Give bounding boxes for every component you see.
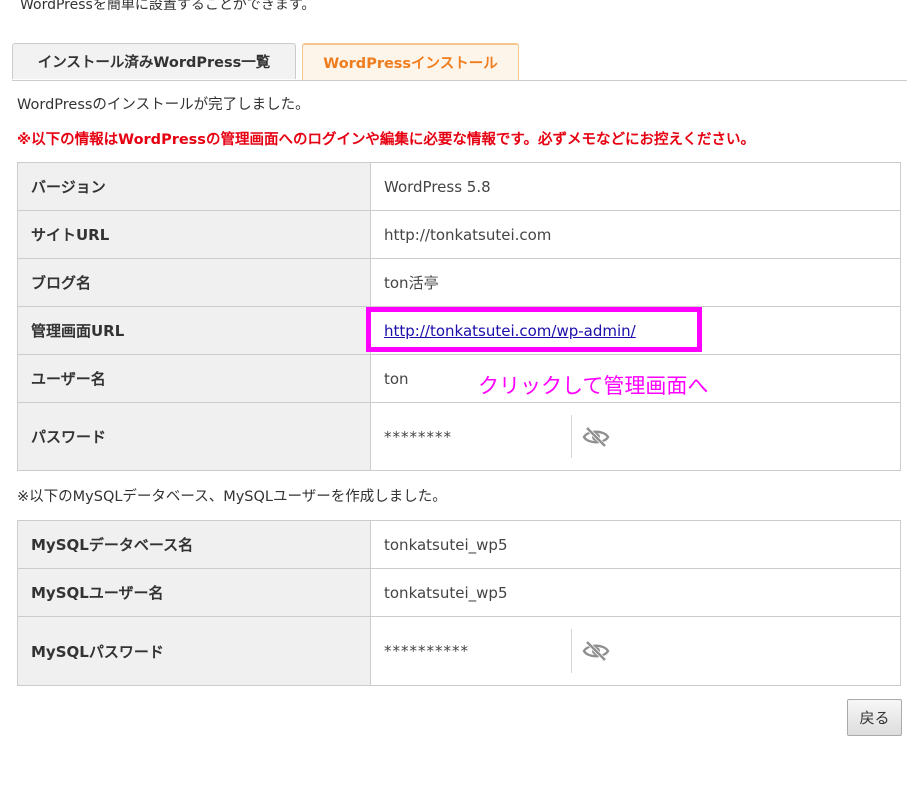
divider bbox=[571, 629, 572, 673]
table-row: バージョン WordPress 5.8 bbox=[17, 162, 901, 211]
divider bbox=[571, 415, 572, 458]
version-value: WordPress 5.8 bbox=[370, 162, 901, 211]
back-button[interactable]: 戻る bbox=[847, 699, 902, 736]
table-row: MySQLデータベース名 tonkatsutei_wp5 bbox=[17, 520, 901, 569]
password-value: ******** bbox=[384, 427, 452, 446]
site-url-value: http://tonkatsutei.com bbox=[370, 210, 901, 259]
db-user-label: MySQLユーザー名 bbox=[17, 568, 371, 617]
table-row: サイトURL http://tonkatsutei.com bbox=[17, 210, 901, 259]
table-row: MySQLパスワード ********** bbox=[17, 616, 901, 686]
admin-url-label: 管理画面URL bbox=[17, 306, 371, 355]
intro-text: WordPressを簡単に設置することができます。 bbox=[20, 0, 316, 13]
table-row: MySQLユーザー名 tonkatsutei_wp5 bbox=[17, 568, 901, 617]
db-name-value: tonkatsutei_wp5 bbox=[370, 520, 901, 569]
admin-url-link[interactable]: http://tonkatsutei.com/wp-admin/ bbox=[384, 322, 636, 340]
db-name-label: MySQLデータベース名 bbox=[17, 520, 371, 569]
wordpress-install-page: WordPressを簡単に設置することができます。 インストール済みWordPr… bbox=[0, 0, 921, 798]
table-row: ブログ名 ton活亭 bbox=[17, 258, 901, 307]
password-label: パスワード bbox=[17, 402, 371, 471]
table-row: パスワード ******** bbox=[17, 402, 901, 471]
blog-name-value: ton活亭 bbox=[370, 258, 901, 307]
tab-installed-list[interactable]: インストール済みWordPress一覧 bbox=[12, 43, 296, 79]
db-password-label: MySQLパスワード bbox=[17, 616, 371, 686]
table-row: 管理画面URL http://tonkatsutei.com/wp-admin/ bbox=[17, 306, 901, 355]
password-toggle-button[interactable] bbox=[581, 425, 611, 449]
blog-name-label: ブログ名 bbox=[17, 258, 371, 307]
db-user-value: tonkatsutei_wp5 bbox=[370, 568, 901, 617]
eye-slash-icon bbox=[582, 640, 610, 662]
tab-wordpress-install[interactable]: WordPressインストール bbox=[302, 43, 519, 80]
tab-bar: インストール済みWordPress一覧 WordPressインストール bbox=[12, 43, 907, 81]
site-url-label: サイトURL bbox=[17, 210, 371, 259]
password-cell: ******** bbox=[370, 402, 901, 471]
eye-slash-icon bbox=[582, 426, 610, 447]
click-annotation: クリックして管理画面へ bbox=[478, 374, 709, 398]
install-info-table: バージョン WordPress 5.8 サイトURL http://tonkat… bbox=[17, 162, 901, 471]
complete-message: WordPressのインストールが完了しました。 bbox=[17, 97, 310, 113]
mysql-info-table: MySQLデータベース名 tonkatsutei_wp5 MySQLユーザー名 … bbox=[17, 520, 901, 686]
admin-url-cell: http://tonkatsutei.com/wp-admin/ bbox=[370, 306, 901, 355]
warning-message: ※以下の情報はWordPressの管理画面へのログインや編集に必要な情報です。必… bbox=[17, 132, 756, 148]
version-label: バージョン bbox=[17, 162, 371, 211]
db-password-cell: ********** bbox=[370, 616, 901, 686]
user-name-label: ユーザー名 bbox=[17, 354, 371, 403]
mysql-note: ※以下のMySQLデータベース、MySQLユーザーを作成しました。 bbox=[17, 489, 447, 505]
db-password-toggle-button[interactable] bbox=[581, 639, 611, 663]
db-password-value: ********** bbox=[384, 642, 469, 660]
table-row: ユーザー名 ton bbox=[17, 354, 901, 403]
